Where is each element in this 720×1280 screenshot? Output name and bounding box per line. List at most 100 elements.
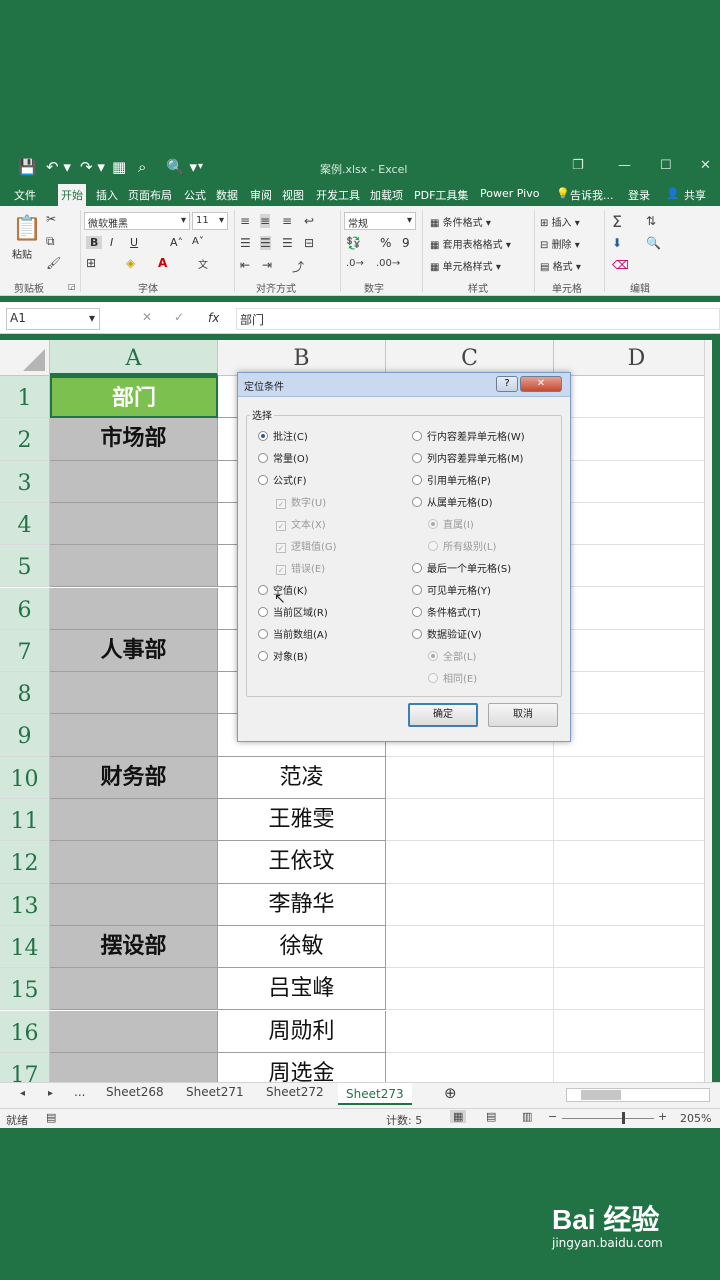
radio-icon[interactable] <box>412 585 422 595</box>
close-icon[interactable]: ✕ <box>700 158 711 173</box>
format-painter-icon[interactable]: 🖌 <box>46 256 61 270</box>
cell-c17[interactable] <box>386 1052 554 1082</box>
option-left-1[interactable]: 常量(O) <box>258 453 309 467</box>
row-header-3[interactable]: 3 <box>0 460 50 503</box>
paste-label[interactable]: 粘贴 <box>12 246 32 261</box>
cell-b13[interactable]: 李静华 <box>218 883 386 926</box>
cell-b11[interactable]: 王雅雯 <box>218 799 386 842</box>
cell-d2[interactable] <box>554 418 712 461</box>
tell-me-search[interactable]: 告诉我... <box>570 187 614 203</box>
option-right-3[interactable]: 从属单元格(D) <box>412 497 493 511</box>
conditional-formatting-button[interactable]: ▦ 条件格式 ▾ <box>430 214 491 229</box>
zoom-level[interactable]: 205% <box>680 1112 711 1125</box>
cell-b14[interactable]: 徐敏 <box>218 925 386 969</box>
cell-c12[interactable] <box>386 841 554 884</box>
option-right-1[interactable]: 列内容差异单元格(M) <box>412 453 523 467</box>
align-middle-icon[interactable]: ≡ <box>260 214 271 228</box>
radio-icon[interactable] <box>258 431 268 441</box>
sheet-tab-sheet268[interactable]: Sheet268 <box>106 1085 164 1099</box>
cell-c11[interactable] <box>386 799 554 842</box>
tab-pdf[interactable]: PDF工具集 <box>414 187 468 203</box>
option-right-0[interactable]: 行内容差异单元格(W) <box>412 431 525 445</box>
option-right-9[interactable]: 数据验证(V) <box>412 629 482 643</box>
fill-color-icon[interactable]: ◈ <box>126 256 135 270</box>
cell-a11[interactable] <box>50 799 218 842</box>
grow-font-button[interactable]: A˄ <box>170 236 183 249</box>
zoom-slider-thumb[interactable] <box>622 1112 625 1124</box>
enter-icon[interactable]: ✓ <box>174 310 184 324</box>
zoom-out-icon[interactable]: − <box>548 1110 557 1123</box>
cell-c10[interactable] <box>386 756 554 799</box>
cell-d6[interactable] <box>554 588 712 630</box>
cell-a3[interactable] <box>50 460 218 503</box>
cell-d15[interactable] <box>554 968 712 1011</box>
tab-file[interactable]: 文件 <box>14 187 36 203</box>
sign-in-link[interactable]: 登录 <box>628 187 650 203</box>
vertical-scrollbar[interactable] <box>704 340 712 1082</box>
merge-icon[interactable]: ⊟ <box>304 236 314 250</box>
cell-d14[interactable] <box>554 926 712 969</box>
radio-icon[interactable] <box>258 585 268 595</box>
increase-indent-icon[interactable]: ⇥ <box>262 258 272 272</box>
radio-icon[interactable] <box>412 453 422 463</box>
page-layout-view-icon[interactable]: ▤ <box>486 1110 496 1123</box>
row-header-4[interactable]: 4 <box>0 502 50 546</box>
more-sheets-button[interactable]: ... <box>74 1085 85 1099</box>
radio-icon[interactable] <box>258 629 268 639</box>
cell-a15[interactable] <box>50 968 218 1011</box>
undo-icon[interactable]: ↶ ▾ <box>46 158 71 176</box>
row-header-1[interactable]: 1 <box>0 376 50 419</box>
column-header-c[interactable]: C <box>386 340 554 376</box>
tab-addins[interactable]: 加载项 <box>370 187 403 203</box>
cell-a7[interactable]: 人事部 <box>50 629 218 673</box>
radio-icon[interactable] <box>258 453 268 463</box>
cell-c14[interactable] <box>386 925 554 969</box>
cell-a8[interactable] <box>50 672 218 715</box>
font-size-select[interactable]: 11 ▾ <box>192 212 228 230</box>
dialog-launcher-icon[interactable]: ◲ <box>68 282 76 291</box>
cell-a10[interactable]: 财务部 <box>50 756 218 799</box>
cell-b17[interactable]: 周选金 <box>218 1052 386 1082</box>
row-header-16[interactable]: 16 <box>0 1010 50 1053</box>
comment-icon[interactable]: ⌕ <box>138 158 146 176</box>
autosum-icon[interactable]: Σ <box>612 212 622 231</box>
cell-b10[interactable]: 范凌 <box>218 756 386 799</box>
column-header-b[interactable]: B <box>218 340 386 376</box>
tab-developer[interactable]: 开发工具 <box>316 187 360 203</box>
radio-icon[interactable] <box>412 497 422 507</box>
tab-page-layout[interactable]: 页面布局 <box>128 187 172 203</box>
customize-qat-icon[interactable]: ▾ <box>198 161 203 172</box>
cut-icon[interactable]: ✂ <box>46 212 56 226</box>
row-header-12[interactable]: 12 <box>0 841 50 884</box>
zoom-in-icon[interactable]: + <box>658 1110 667 1123</box>
form-icon[interactable]: ▦ <box>112 158 126 176</box>
option-left-10[interactable]: 对象(B) <box>258 651 308 665</box>
wrap-text-icon[interactable]: ↩ <box>304 214 314 228</box>
sheet-tab-sheet272[interactable]: Sheet272 <box>266 1085 324 1099</box>
column-header-a[interactable]: A <box>50 340 218 376</box>
borders-icon[interactable]: ⊞ <box>86 256 96 270</box>
cell-b15[interactable]: 吕宝峰 <box>218 968 386 1011</box>
formula-input[interactable]: 部门 <box>236 308 720 330</box>
align-bottom-icon[interactable]: ≡ <box>282 214 292 228</box>
italic-button[interactable]: I <box>110 236 113 249</box>
cell-d10[interactable] <box>554 757 712 799</box>
decrease-decimal-icon[interactable]: .00→ <box>376 258 400 269</box>
row-header-15[interactable]: 15 <box>0 968 50 1011</box>
maximize-icon[interactable]: ☐ <box>660 158 672 173</box>
cell-a6[interactable] <box>50 587 218 630</box>
orientation-icon[interactable]: ⤴ <box>292 258 304 275</box>
cell-c15[interactable] <box>386 968 554 1011</box>
radio-icon[interactable] <box>412 431 422 441</box>
redo-icon[interactable]: ↷ ▾ <box>80 158 105 176</box>
help-button[interactable]: ? <box>496 376 518 392</box>
normal-view-icon[interactable]: ▦ <box>450 1110 467 1123</box>
row-header-9[interactable]: 9 <box>0 714 50 757</box>
cell-d13[interactable] <box>554 884 712 926</box>
row-header-17[interactable]: 17 <box>0 1052 50 1082</box>
option-left-0[interactable]: 批注(C) <box>258 431 308 445</box>
fill-icon[interactable]: ⬇ <box>612 236 622 250</box>
cell-d7[interactable] <box>554 630 712 673</box>
tab-data[interactable]: 数据 <box>216 187 238 203</box>
radio-icon[interactable] <box>258 475 268 485</box>
